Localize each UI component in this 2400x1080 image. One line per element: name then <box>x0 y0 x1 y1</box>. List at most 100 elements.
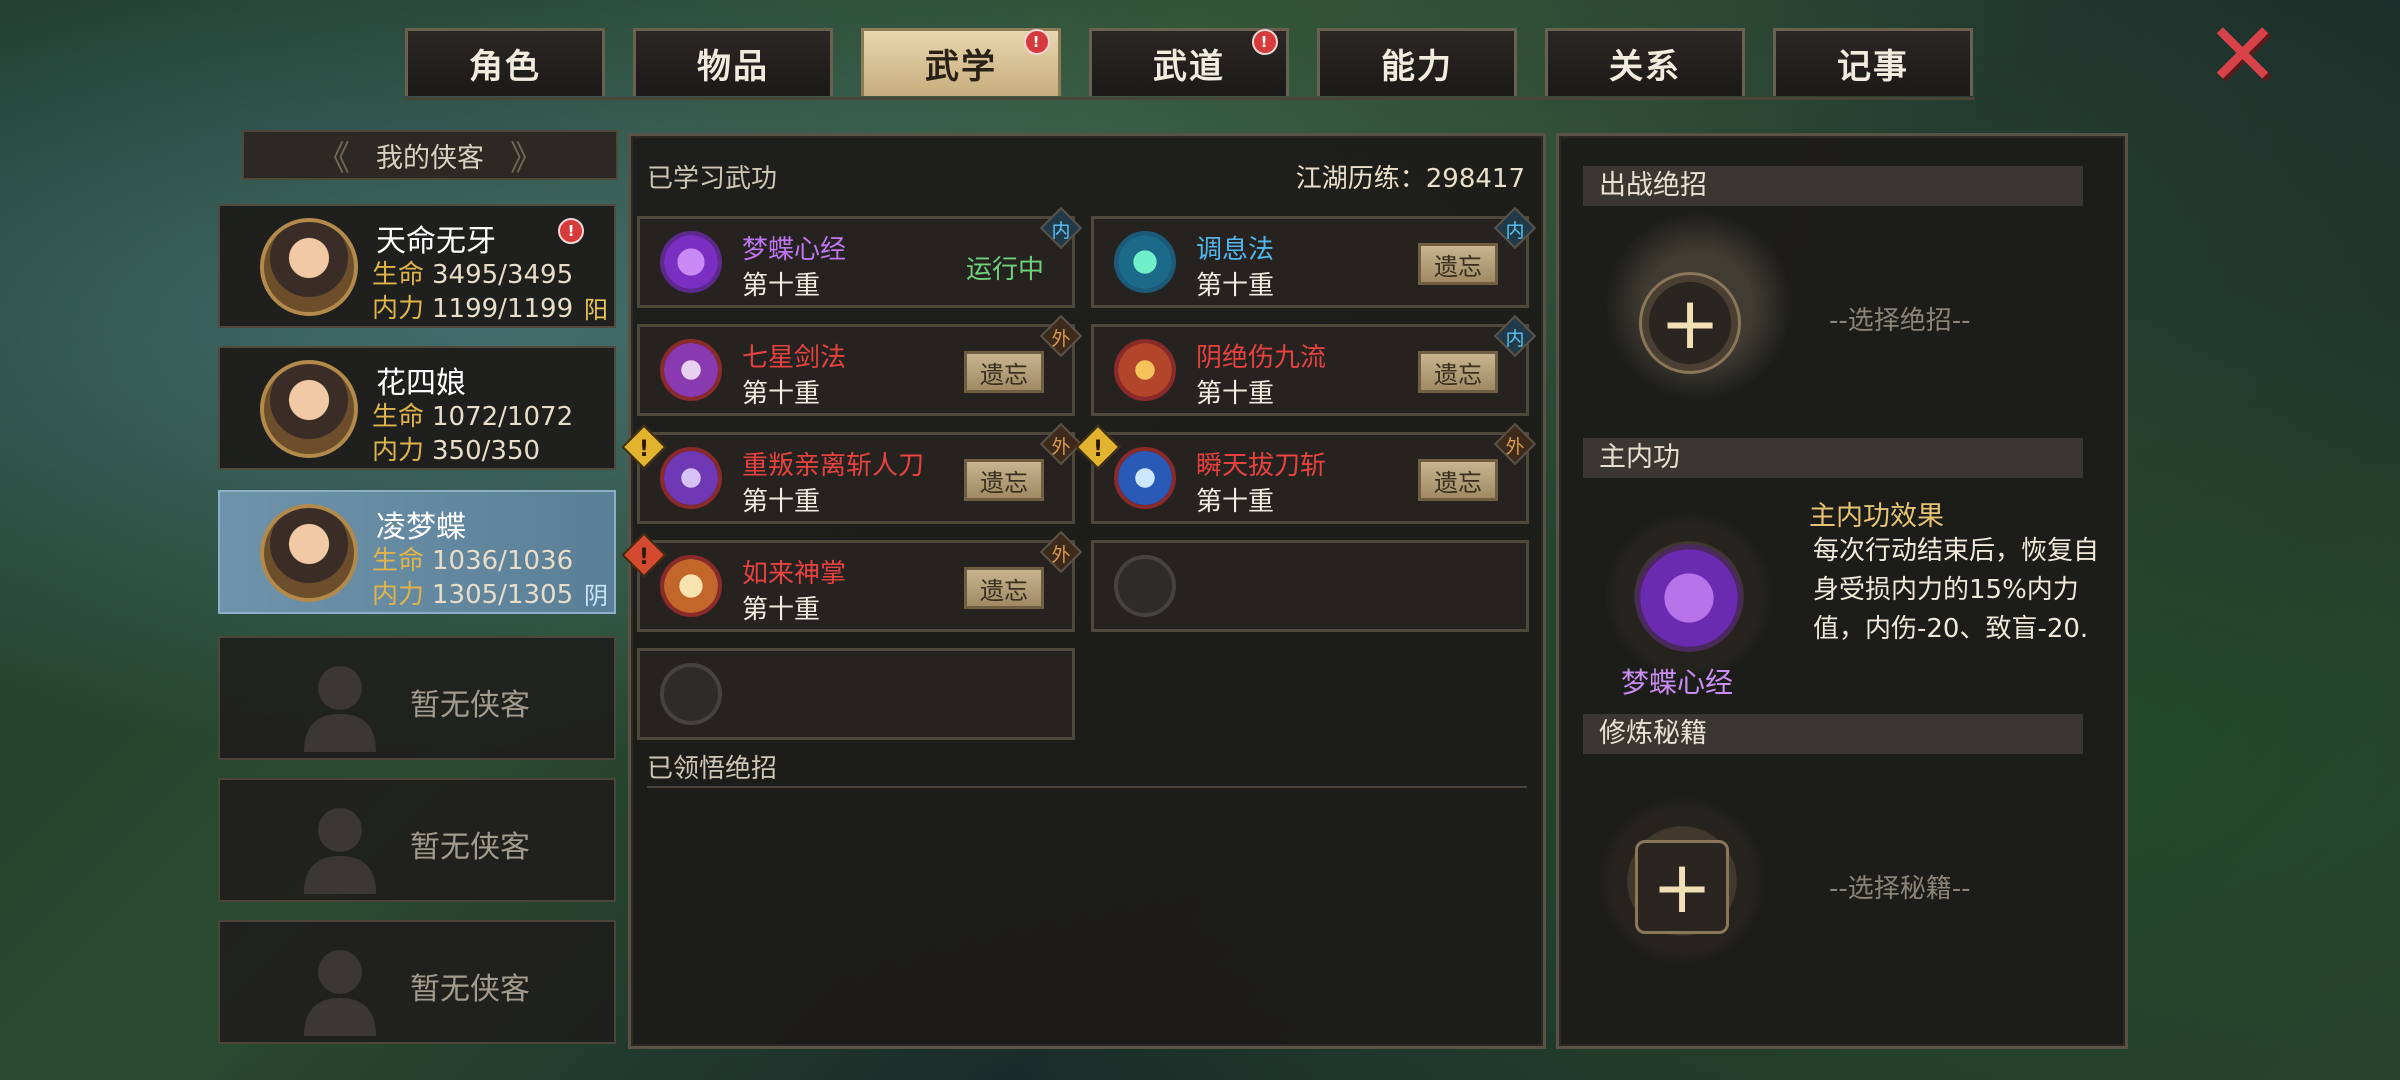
equip-panel: 出战绝招 + --选择绝招-- 主内功 梦蝶心经 主内功效果 每次行动结束后，恢… <box>1556 133 2128 1049</box>
skill-slot[interactable]: 瞬天拔刀斩 第十重 遗忘 外 ! <box>1075 422 1537 524</box>
hero-yinyang-tag: 阴 <box>584 582 608 610</box>
skill-name: 梦蝶心经 <box>742 235 847 265</box>
forget-button[interactable]: 遗忘 <box>1418 351 1498 393</box>
add-battle-skill-button[interactable]: + <box>1639 272 1741 374</box>
sword-icon <box>660 339 722 401</box>
heart-icon <box>1114 231 1176 293</box>
comprehended-title: 已领悟绝招 <box>647 754 778 784</box>
hero-card[interactable]: 花四娘 生命 1072/1072 内力 350/350 <box>218 346 616 470</box>
skill-level: 第十重 <box>742 379 821 409</box>
wave-icon <box>1114 447 1176 509</box>
battle-skill-title: 出战绝招 <box>1583 166 2083 206</box>
skill-level: 第十重 <box>742 271 821 301</box>
skill-level: 第十重 <box>742 595 821 625</box>
tab-label: 武学 <box>925 47 997 87</box>
warning-icon: ! <box>621 532 667 578</box>
main-neigong-name: 梦蝶心经 <box>1621 666 1734 699</box>
hero-mp: 内力 1199/1199 <box>372 294 574 324</box>
hero-card-selected[interactable]: 凌梦蝶 生命 1036/1036 内力 1305/1305 阴 <box>218 490 616 614</box>
skill-slot[interactable]: 重叛亲离斩人刀 第十重 遗忘 外 ! <box>621 422 1083 524</box>
tab-character[interactable]: 角色 <box>405 28 605 96</box>
silhouette-icon <box>304 808 376 894</box>
butterfly-icon[interactable] <box>1635 544 1743 652</box>
alert-icon: ! <box>1024 29 1050 55</box>
hero-card[interactable]: 天命无牙 生命 3495/3495 内力 1199/1199 阳 ! <box>218 204 616 328</box>
hero-mp: 内力 350/350 <box>372 436 541 466</box>
tab-items[interactable]: 物品 <box>633 28 833 96</box>
skill-slot[interactable]: 调息法 第十重 遗忘 内 <box>1091 206 1537 308</box>
tab-journal[interactable]: 记事 <box>1773 28 1973 96</box>
plus-icon: + <box>1651 845 1713 929</box>
alert-icon: ! <box>558 218 584 244</box>
tab-label: 物品 <box>697 47 769 87</box>
forget-button[interactable]: 遗忘 <box>964 567 1044 609</box>
forget-button[interactable]: 遗忘 <box>1418 243 1498 285</box>
skill-name: 调息法 <box>1196 235 1275 265</box>
tab-label: 记事 <box>1837 47 1909 87</box>
experience: 江湖历练：298417 <box>1295 164 1525 194</box>
tab-abilities[interactable]: 能力 <box>1317 28 1517 96</box>
hero-hp: 生命 3495/3495 <box>372 260 574 290</box>
effect-title: 主内功效果 <box>1809 501 1944 532</box>
silhouette-icon <box>304 666 376 752</box>
warning-icon: ! <box>621 424 667 470</box>
hero-mp: 内力 1305/1305 <box>372 580 574 610</box>
avatar <box>260 360 358 458</box>
close-icon[interactable]: ✕ <box>2205 11 2280 99</box>
empty-slot-label: 暂无侠客 <box>410 688 530 723</box>
palm-icon <box>660 555 722 617</box>
skill-level: 第十重 <box>1196 271 1275 301</box>
left-arrow-icon: 《 <box>316 138 350 179</box>
warning-icon: ! <box>1075 424 1121 470</box>
external-type-icon: 外 <box>1039 422 1083 466</box>
tab-martial-arts[interactable]: 武学! <box>861 28 1061 96</box>
alert-icon: ! <box>1252 29 1278 55</box>
roster-header: 《 我的侠客 》 <box>242 130 618 180</box>
skill-slot[interactable]: 梦蝶心经 第十重 运行中 内 <box>637 206 1083 308</box>
external-type-icon: 外 <box>1493 422 1537 466</box>
tab-bar: 角色 物品 武学! 武道! 能力 关系 记事 <box>405 28 1975 98</box>
tab-martial-way[interactable]: 武道! <box>1089 28 1289 96</box>
effect-description: 每次行动结束后，恢复自身受损内力的15%内力值，内伤-20、致盲-20. <box>1813 536 2100 644</box>
roster-title: 我的侠客 <box>376 142 484 174</box>
skill-slot[interactable]: 阴绝伤九流 第十重 遗忘 内 <box>1091 314 1537 416</box>
skill-name: 阴绝伤九流 <box>1196 343 1327 373</box>
right-arrow-icon: 》 <box>510 138 544 179</box>
empty-hero-slot[interactable]: 暂无侠客 <box>218 636 616 760</box>
tab-label: 角色 <box>469 47 541 87</box>
hero-yinyang-tag: 阳 <box>584 296 608 324</box>
plus-icon: + <box>1659 281 1721 365</box>
learned-title: 已学习武功 <box>647 164 778 194</box>
skill-level: 第十重 <box>1196 379 1275 409</box>
tab-label: 关系 <box>1609 47 1681 87</box>
internal-type-icon: 内 <box>1493 314 1537 358</box>
forget-button[interactable]: 遗忘 <box>964 351 1044 393</box>
empty-skill-slot[interactable] <box>1091 540 1529 632</box>
manual-title: 修炼秘籍 <box>1583 714 2083 754</box>
divider <box>647 786 1527 788</box>
external-type-icon: 外 <box>1039 314 1083 358</box>
empty-slot-label: 暂无侠客 <box>410 830 530 865</box>
learned-skills-panel: 已学习武功 江湖历练：298417 梦蝶心经 第十重 运行中 内 调息法 第十重… <box>621 133 1546 1049</box>
empty-hero-slot[interactable]: 暂无侠客 <box>218 920 616 1044</box>
skill-slot[interactable]: 七星剑法 第十重 遗忘 外 <box>637 314 1083 416</box>
forget-button[interactable]: 遗忘 <box>1418 459 1498 501</box>
empty-skill-slot[interactable] <box>637 648 1075 740</box>
silhouette-icon <box>304 950 376 1036</box>
skill-level: 第十重 <box>742 487 821 517</box>
skill-slot[interactable]: 如来神掌 第十重 遗忘 外 ! <box>621 530 1083 632</box>
add-manual-button[interactable]: + <box>1635 840 1729 934</box>
battle-skill-placeholder[interactable]: --选择绝招-- <box>1829 300 1971 337</box>
tab-divider <box>405 97 1975 100</box>
external-type-icon: 外 <box>1039 530 1083 574</box>
manual-placeholder[interactable]: --选择秘籍-- <box>1829 868 1971 905</box>
skill-level: 第十重 <box>1196 487 1275 517</box>
internal-type-icon: 内 <box>1493 206 1537 250</box>
forget-button[interactable]: 遗忘 <box>964 459 1044 501</box>
vortex-icon <box>660 447 722 509</box>
empty-hero-slot[interactable]: 暂无侠客 <box>218 778 616 902</box>
tab-relations[interactable]: 关系 <box>1545 28 1745 96</box>
avatar <box>260 504 358 602</box>
main-neigong-title: 主内功 <box>1583 438 2083 478</box>
empty-circle-icon <box>1114 555 1176 617</box>
